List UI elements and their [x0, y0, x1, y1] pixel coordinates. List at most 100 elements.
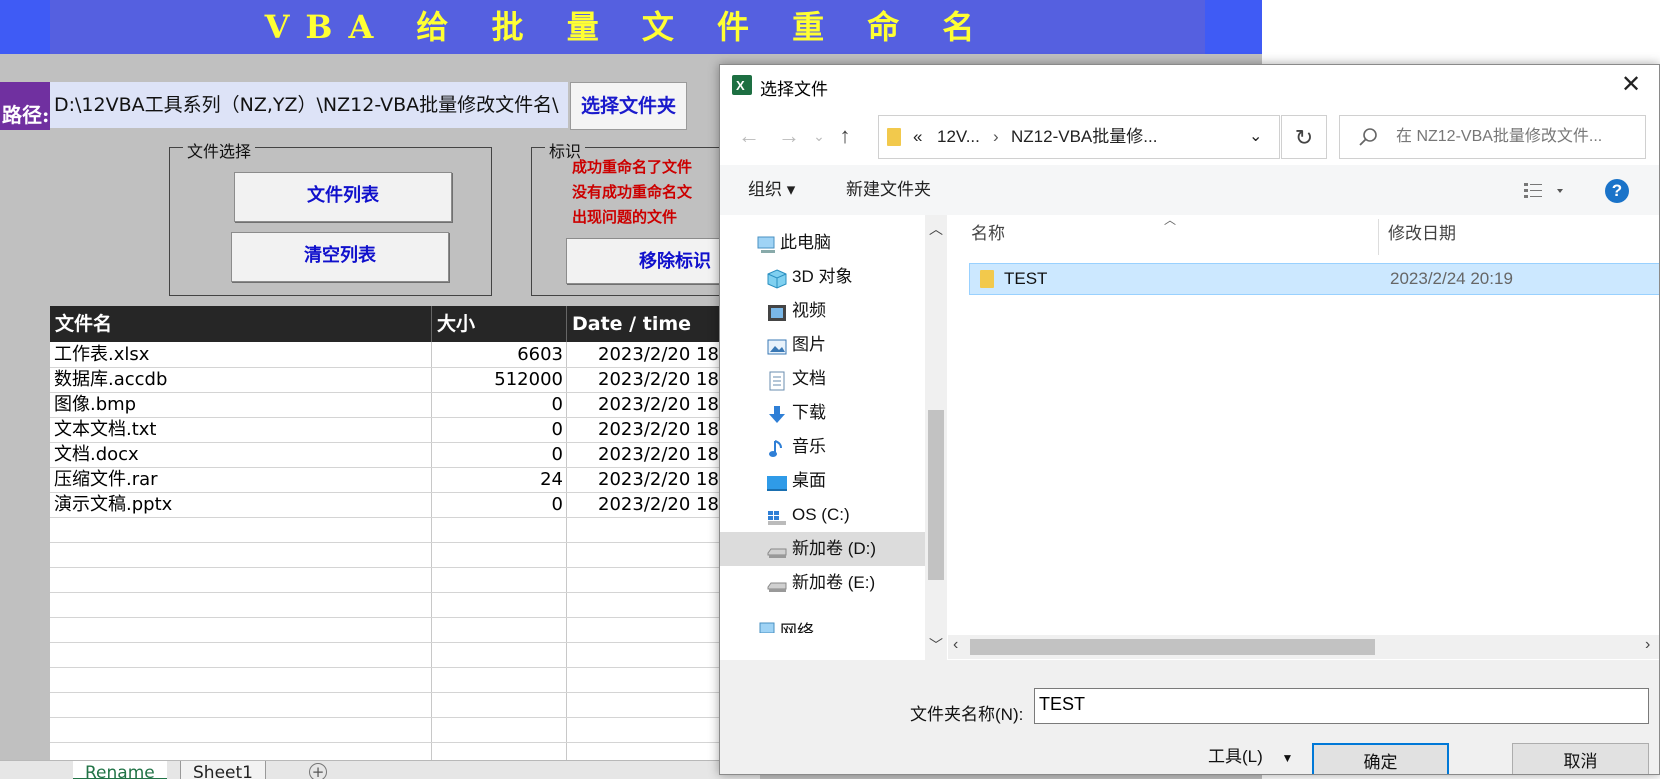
cell-filename[interactable]: 数据库.accdb — [54, 367, 430, 392]
refresh-icon[interactable]: ↻ — [1281, 115, 1327, 159]
os-drive-icon — [766, 505, 788, 525]
nav-item-label: 桌面 — [792, 471, 826, 490]
file-name: TEST — [1004, 269, 1048, 288]
cell-filename[interactable]: 文档.docx — [54, 442, 430, 467]
pictures-icon — [766, 335, 788, 355]
path-value-cell[interactable]: D:\12VBA工具系列（NZ,YZ）\NZ12-VBA批量修改文件名\ — [50, 82, 568, 128]
add-sheet-icon[interactable]: + — [309, 763, 327, 779]
gridline — [50, 617, 750, 618]
new-folder-button[interactable]: 新建文件夹 — [846, 165, 931, 215]
file-row-test[interactable]: TEST 2023/2/24 20:19 — [969, 263, 1659, 295]
nav-item-label: 新加卷 (D:) — [792, 539, 877, 558]
organize-menu[interactable]: 组织 ▾ — [748, 165, 795, 215]
nav-item-os-c[interactable]: OS (C:) — [720, 498, 925, 532]
folder-name-input[interactable]: TEST — [1034, 688, 1649, 724]
excel-app-icon: X — [732, 75, 752, 95]
column-header-modified[interactable]: 修改日期 — [1388, 215, 1648, 253]
gridline — [50, 642, 750, 643]
nav-item-pictures[interactable]: 图片 — [720, 328, 925, 362]
cell-filename[interactable]: 压缩文件.rar — [54, 467, 430, 492]
nav-item-3d-objects[interactable]: 3D 对象 — [720, 260, 925, 294]
title-banner: VBA 给 批 量 文 件 重 命 名 — [50, 0, 1205, 54]
cell-filename[interactable]: 工作表.xlsx — [54, 342, 430, 367]
horizontal-scrollbar[interactable]: ‹ › — [948, 635, 1659, 659]
navigation-pane: 此电脑 3D 对象 视频 图片 文档 下载 音乐 桌面 OS (C:) 新加卷 … — [720, 215, 945, 660]
folder-icon — [887, 128, 901, 146]
file-modified: 2023/2/24 20:19 — [1390, 269, 1513, 288]
sheet-tab-rename[interactable]: Rename — [73, 761, 167, 779]
dialog-title: 选择文件 — [760, 80, 828, 99]
gridline — [50, 742, 750, 743]
dialog-footer: 文件夹名称(N): TEST 工具(L) ▼ 确定 取消 — [720, 660, 1659, 774]
cell-size[interactable]: 512000 — [432, 367, 567, 392]
up-arrow-icon[interactable]: ↑ — [830, 121, 860, 151]
address-bar[interactable]: « 12V... › NZ12-VBA批量修... ⌄ — [878, 115, 1280, 159]
file-selection-group-title: 文件选择 — [183, 138, 256, 162]
cell-filename[interactable]: 文本文档.txt — [54, 417, 430, 442]
scroll-right-icon[interactable]: › — [1645, 636, 1650, 654]
cell-size[interactable]: 0 — [432, 492, 567, 517]
folder-icon — [980, 270, 994, 288]
nav-scroll-thumb[interactable] — [928, 410, 944, 580]
horizontal-scroll-thumb[interactable] — [970, 639, 1375, 655]
cell-filename[interactable]: 图像.bmp — [54, 392, 430, 417]
scroll-left-icon[interactable]: ‹ — [953, 636, 958, 654]
back-arrow-icon[interactable]: ← — [734, 121, 764, 151]
nav-item-label: 3D 对象 — [792, 267, 853, 286]
cell-size[interactable]: 6603 — [432, 342, 567, 367]
nav-item-downloads[interactable]: 下载 — [720, 396, 925, 430]
close-icon[interactable]: ✕ — [1614, 71, 1648, 99]
header-size: 大小 — [432, 306, 567, 342]
nav-item-label: OS (C:) — [792, 505, 850, 524]
forward-arrow-icon[interactable]: → — [774, 121, 804, 151]
nav-item-music[interactable]: 音乐 — [720, 430, 925, 464]
drive-icon — [766, 573, 788, 593]
nav-item-label: 此电脑 — [780, 233, 831, 252]
nav-item-label: 下载 — [792, 403, 826, 422]
search-box[interactable]: 在 NZ12-VBA批量修改文件... — [1339, 115, 1646, 159]
dialog-toolbar: 组织 ▾ 新建文件夹 — [720, 165, 1659, 215]
legend-success: 成功重命名了文件 — [572, 158, 693, 176]
nav-item-label: 音乐 — [792, 437, 826, 456]
address-overflow[interactable]: « — [913, 116, 922, 158]
file-list-button[interactable]: 文件列表 — [234, 172, 452, 222]
column-header-name[interactable]: 名称 — [971, 215, 1371, 253]
nav-item-network[interactable]: 网络 — [720, 607, 925, 633]
view-options-icon[interactable] — [1523, 181, 1567, 201]
tools-menu[interactable]: 工具(L) ▼ — [1208, 740, 1296, 774]
nav-item-label: 新加卷 (E:) — [792, 573, 876, 592]
help-icon[interactable]: ? — [1605, 179, 1629, 203]
gridline — [50, 717, 750, 718]
nav-item-drive-d[interactable]: 新加卷 (D:) — [720, 532, 925, 566]
3d-objects-icon — [766, 267, 788, 289]
address-dropdown-icon[interactable]: ⌄ — [1249, 116, 1262, 158]
cancel-button[interactable]: 取消 — [1512, 743, 1649, 774]
downloads-icon — [766, 403, 788, 423]
scroll-up-icon[interactable]: ︿ — [929, 219, 943, 239]
breadcrumb-current[interactable]: NZ12-VBA批量修... — [1011, 116, 1157, 158]
nav-item-drive-e[interactable]: 新加卷 (E:) — [720, 566, 925, 600]
sheet-tab-sheet1[interactable]: Sheet1 — [180, 761, 266, 779]
cell-filename[interactable]: 演示文稿.pptx — [54, 492, 430, 517]
breadcrumb-12v[interactable]: 12V... — [937, 116, 980, 158]
nav-item-label: 视频 — [792, 301, 826, 320]
nav-item-desktop[interactable]: 桌面 — [720, 464, 925, 498]
cell-size[interactable]: 0 — [432, 442, 567, 467]
ok-button[interactable]: 确定 — [1312, 743, 1449, 774]
drive-icon — [766, 539, 788, 559]
cell-size[interactable]: 0 — [432, 417, 567, 442]
gridline — [50, 517, 750, 518]
nav-scrollbar[interactable]: ︿ ﹀ — [925, 215, 947, 660]
clear-list-button[interactable]: 清空列表 — [231, 232, 449, 282]
breadcrumb-separator-icon: › — [993, 127, 999, 146]
nav-item-video[interactable]: 视频 — [720, 294, 925, 328]
nav-item-label: 图片 — [792, 335, 826, 354]
legend-failed: 没有成功重命名文 — [572, 183, 693, 201]
select-file-dialog: X 选择文件 ✕ ← → ⌄ ↑ « 12V... › NZ12-VBA批量修.… — [719, 64, 1660, 775]
nav-item-this-pc[interactable]: 此电脑 — [720, 226, 925, 260]
choose-folder-button[interactable]: 选择文件夹 — [570, 82, 687, 130]
nav-item-documents[interactable]: 文档 — [720, 362, 925, 396]
cell-size[interactable]: 24 — [432, 467, 567, 492]
scroll-down-icon[interactable]: ﹀ — [929, 635, 943, 655]
cell-size[interactable]: 0 — [432, 392, 567, 417]
